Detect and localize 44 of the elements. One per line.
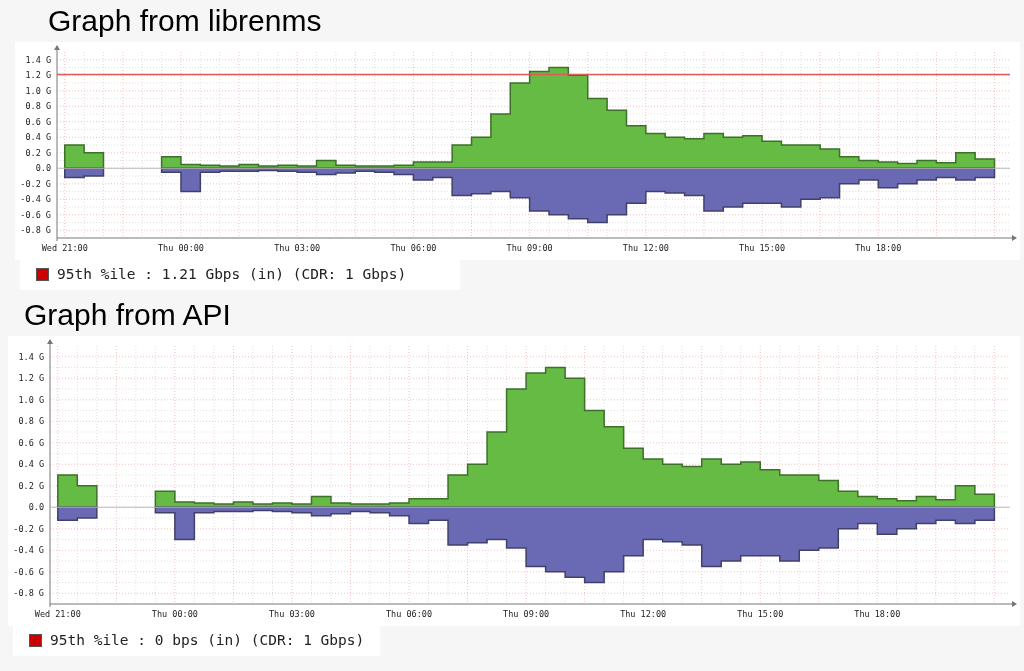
y-axis-label: -0.6 G xyxy=(13,566,44,577)
x-axis-label: Thu 03:00 xyxy=(274,243,321,253)
y-axis-label: -0.4 G xyxy=(20,194,51,205)
x-axis-label: Thu 09:00 xyxy=(506,243,553,253)
x-axis-label: Wed 21:00 xyxy=(41,243,88,253)
y-axis-label: 1.2 G xyxy=(18,373,44,383)
x-axis-label: Thu 00:00 xyxy=(157,243,204,253)
y-axis-label: 0.2 G xyxy=(18,480,44,491)
y-axis-label: 0.4 G xyxy=(25,132,51,143)
y-axis-label: -0.8 G xyxy=(13,588,44,598)
x-axis-label: Thu 03:00 xyxy=(268,608,315,619)
x-axis-label: Wed 21:00 xyxy=(34,608,81,619)
y-axis-label: 0.6 G xyxy=(18,437,44,448)
x-axis-label: Thu 12:00 xyxy=(622,243,669,253)
y-axis-label: -0.2 G xyxy=(13,523,44,534)
x-axis-label: Thu 09:00 xyxy=(503,608,550,619)
y-axis-label: 0.4 G xyxy=(18,459,44,469)
x-axis-label: Thu 15:00 xyxy=(737,608,784,619)
y-axis-label: 0.0 xyxy=(35,163,51,174)
graph-title: Graph from librenms xyxy=(47,4,323,38)
x-axis-label: Thu 18:00 xyxy=(855,243,902,253)
y-axis-label: 0.0 xyxy=(28,502,44,512)
y-axis-label: 0.6 G xyxy=(25,116,51,127)
legend-text: 95th %ile : 0 bps (in) (CDR: 1 Gbps) xyxy=(50,630,365,650)
legend-text: 95th %ile : 1.21 Gbps (in) (CDR: 1 Gbps) xyxy=(57,265,407,284)
y-axis-label: 1.4 G xyxy=(18,351,44,362)
y-axis-label: 0.8 G xyxy=(25,101,51,112)
y-axis-label: -0.6 G xyxy=(20,209,51,220)
y-axis-label: 1.0 G xyxy=(25,85,51,96)
x-axis-label: Thu 06:00 xyxy=(390,243,437,253)
y-axis-label: 1.4 G xyxy=(25,54,51,65)
graph-title: Graph from API xyxy=(23,297,232,332)
y-axis-label: -0.4 G xyxy=(13,545,44,555)
y-axis-label: -0.2 G xyxy=(20,178,51,189)
y-axis-label: -0.8 G xyxy=(20,225,51,236)
x-axis-label: Thu 00:00 xyxy=(151,608,198,619)
x-axis-label: Thu 12:00 xyxy=(620,608,667,619)
x-axis-label: Thu 15:00 xyxy=(739,243,786,253)
y-axis-label: 0.2 G xyxy=(25,147,51,158)
x-axis-label: Thu 18:00 xyxy=(854,608,901,619)
y-axis-label: 1.2 G xyxy=(25,70,51,81)
x-axis-label: Thu 06:00 xyxy=(386,608,433,619)
y-axis-label: 0.8 G xyxy=(18,416,44,426)
y-axis-label: 1.0 G xyxy=(18,394,44,405)
